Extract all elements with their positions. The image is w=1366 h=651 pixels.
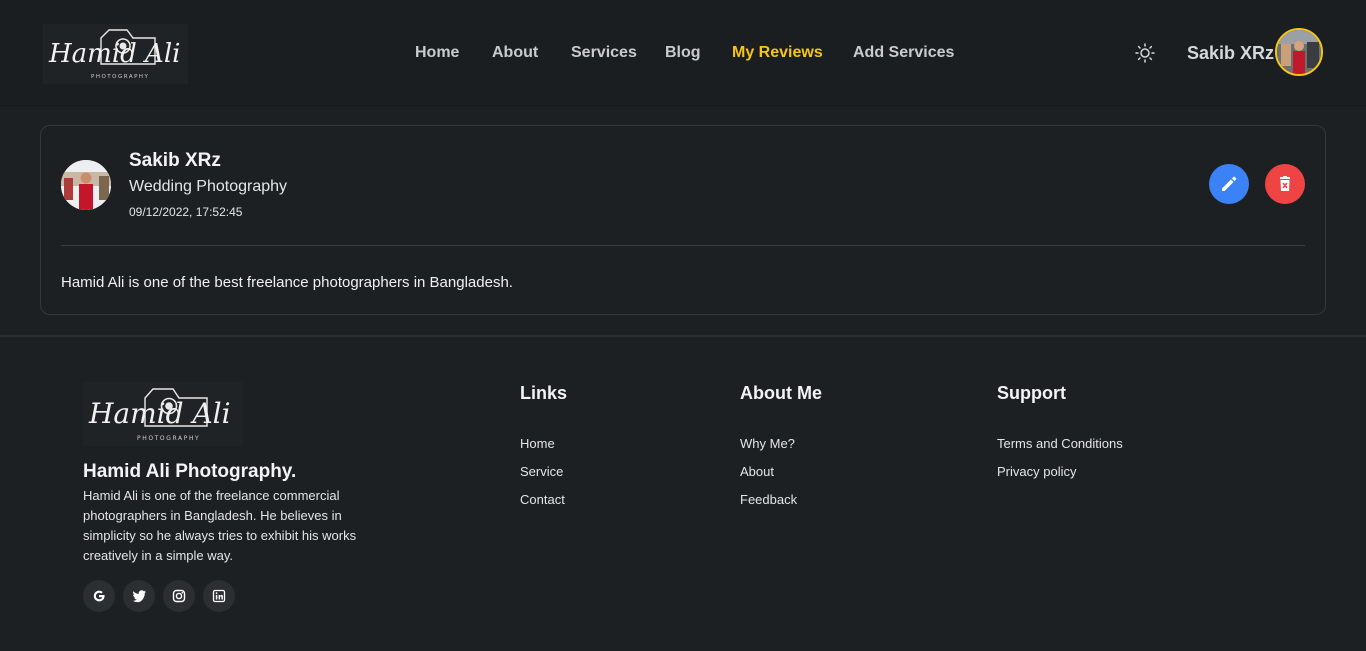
google-icon <box>93 590 105 602</box>
review-date: 09/12/2022, 17:52:45 <box>129 205 243 219</box>
footer-brand: Hamid Ali Photography. <box>83 461 297 482</box>
reviewer-name: Sakib XRz <box>129 150 221 171</box>
footer-link-feedback[interactable]: Feedback <box>740 492 797 507</box>
footer-link-why-me[interactable]: Why Me? <box>740 436 795 451</box>
card-divider <box>61 245 1305 246</box>
nav-add-services[interactable]: Add Services <box>853 44 954 62</box>
pencil-icon <box>1222 176 1237 191</box>
footer-link-about[interactable]: About <box>740 464 774 479</box>
svg-text:PHOTOGRAPHY: PHOTOGRAPHY <box>91 74 149 80</box>
instagram-link[interactable] <box>163 580 195 612</box>
main-nav: Home About Services Blog My Reviews Add … <box>0 44 1366 64</box>
sun-icon[interactable] <box>1134 42 1156 64</box>
user-name[interactable]: Sakib XRz <box>1187 43 1274 64</box>
linkedin-icon <box>212 589 226 603</box>
svg-text:PHOTOGRAPHY: PHOTOGRAPHY <box>137 435 200 442</box>
instagram-icon <box>172 589 186 603</box>
review-card: Sakib XRz Wedding Photography 09/12/2022… <box>40 125 1326 315</box>
nav-services[interactable]: Services <box>571 44 637 62</box>
footer-link-contact[interactable]: Contact <box>520 492 565 507</box>
nav-about[interactable]: About <box>492 44 538 62</box>
navbar: Hamid Ali PHOTOGRAPHY Home About Service… <box>0 0 1366 106</box>
footer-link-home[interactable]: Home <box>520 436 555 451</box>
linkedin-link[interactable] <box>203 580 235 612</box>
google-link[interactable] <box>83 580 115 612</box>
edit-review-button[interactable] <box>1209 164 1249 204</box>
reviewer-avatar <box>61 160 111 210</box>
footer-link-service[interactable]: Service <box>520 464 563 479</box>
footer-logo[interactable]: Hamid Ali PHOTOGRAPHY <box>83 382 243 446</box>
nav-blog[interactable]: Blog <box>665 44 701 62</box>
review-text: Hamid Ali is one of the best freelance p… <box>61 274 513 291</box>
user-avatar[interactable] <box>1275 28 1323 76</box>
footer: Hamid Ali PHOTOGRAPHY Hamid Ali Photogra… <box>0 335 1366 651</box>
links-title: Links <box>520 383 568 403</box>
support-title: Support <box>997 383 1066 403</box>
footer-link-privacy[interactable]: Privacy policy <box>997 464 1076 479</box>
footer-link-terms[interactable]: Terms and Conditions <box>997 436 1123 451</box>
twitter-link[interactable] <box>123 580 155 612</box>
about-title: About Me <box>740 383 822 403</box>
trash-icon <box>1280 176 1290 191</box>
nav-home[interactable]: Home <box>415 44 459 62</box>
footer-description: Hamid Ali is one of the freelance commer… <box>83 488 357 563</box>
avatar-photo <box>1277 30 1321 74</box>
twitter-icon <box>132 590 146 603</box>
nav-my-reviews[interactable]: My Reviews <box>732 44 823 62</box>
delete-review-button[interactable] <box>1265 164 1305 204</box>
svg-text:Hamid Ali: Hamid Ali <box>88 397 231 430</box>
reviewer-photo <box>61 160 111 210</box>
review-service: Wedding Photography <box>129 178 288 195</box>
